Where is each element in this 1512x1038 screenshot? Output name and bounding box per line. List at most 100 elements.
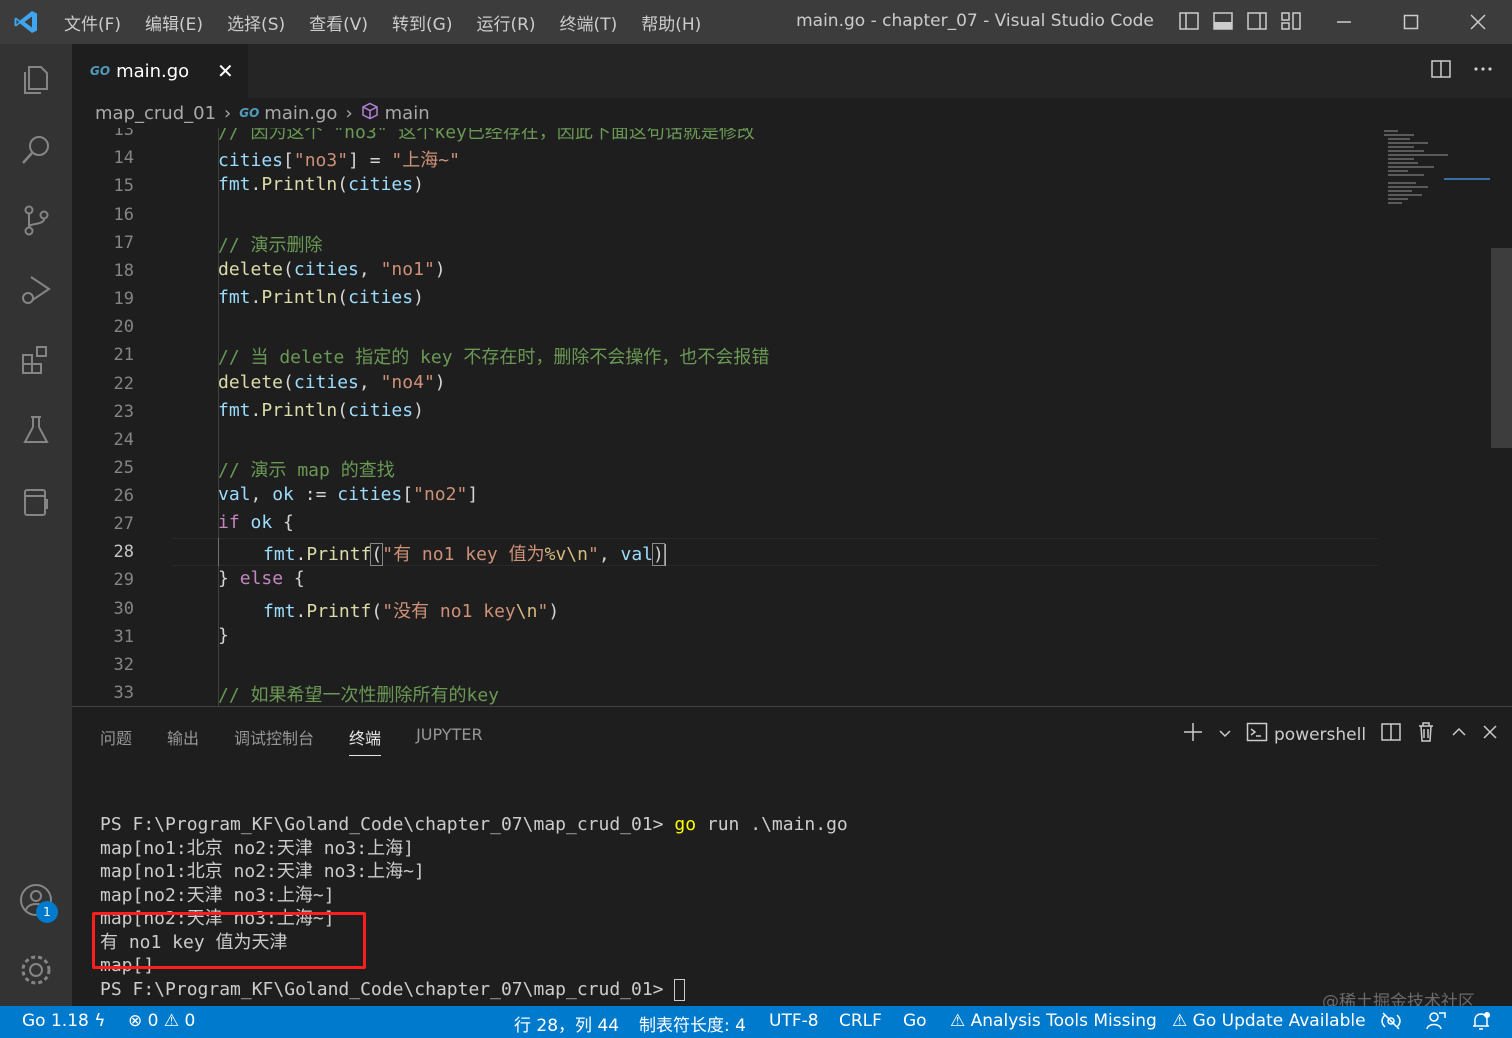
- status-problems[interactable]: ⊗ 0 ⚠ 0: [128, 1011, 195, 1031]
- code-line-29: } else {: [218, 568, 305, 589]
- status-tab-size[interactable]: 制表符长度: 4: [639, 1011, 746, 1036]
- line-number: 15: [113, 176, 134, 196]
- menu-run[interactable]: 运行(R): [464, 10, 547, 35]
- chevron-down-icon[interactable]: [1218, 725, 1232, 745]
- code-area[interactable]: // 因为这个 "no3" 这个key已经存在，因此下面这句话就是修改 citi…: [174, 128, 1374, 706]
- warning-icon: ⚠: [1172, 1011, 1188, 1031]
- go-file-icon: GO: [90, 64, 111, 78]
- editor-scrollbar[interactable]: [1491, 248, 1512, 448]
- code-line-27: if ok {: [218, 512, 294, 533]
- extensions-icon[interactable]: [14, 338, 58, 382]
- feedback-icon[interactable]: [1425, 1010, 1447, 1037]
- customize-layout-icon[interactable]: [1280, 10, 1302, 32]
- code-line-33: // 如果希望一次性删除所有的key: [218, 685, 500, 706]
- minimize-icon[interactable]: [1310, 0, 1377, 44]
- cube-symbol-icon: [361, 102, 379, 125]
- tab-debug-console[interactable]: 调试控制台: [234, 725, 314, 756]
- terminal-icon: [1246, 721, 1268, 748]
- breadcrumb-file[interactable]: main.go: [264, 103, 337, 124]
- menu-terminal[interactable]: 终端(T): [548, 10, 630, 35]
- code-line-25: // 演示 map 的查找: [218, 460, 395, 481]
- maximize-icon[interactable]: [1377, 0, 1444, 44]
- line-number: 27: [113, 514, 134, 534]
- menu-file[interactable]: 文件(F): [52, 10, 133, 35]
- status-eol[interactable]: CRLF: [839, 1011, 882, 1031]
- status-encoding[interactable]: UTF-8: [769, 1011, 819, 1031]
- more-actions-icon[interactable]: [1472, 58, 1494, 84]
- tab-terminal[interactable]: 终端: [349, 725, 382, 756]
- tab-main-go[interactable]: GO main.go ✕: [72, 44, 248, 98]
- search-icon[interactable]: [14, 128, 58, 172]
- split-editor-icon[interactable]: [1430, 58, 1452, 84]
- status-cursor-position[interactable]: 行 28，列 44: [514, 1011, 619, 1036]
- accounts-badge: 1: [36, 901, 58, 923]
- panel-tabs: 问题 输出 调试控制台 终端 JUPYTER: [100, 725, 483, 756]
- editor-tabs: GO main.go ✕: [72, 44, 1512, 98]
- line-number: 22: [113, 374, 134, 394]
- minimap[interactable]: [1384, 128, 1504, 208]
- trash-icon[interactable]: [1416, 721, 1436, 748]
- code-line-15: fmt.Println(cities): [218, 174, 424, 195]
- menu-edit[interactable]: 编辑(E): [133, 10, 215, 35]
- code-editor[interactable]: 13 14 15 16 17 18 19 20 21 22 23 24 25 2…: [72, 128, 1512, 706]
- breadcrumb-symbol[interactable]: main: [385, 103, 430, 124]
- tab-output[interactable]: 输出: [167, 725, 199, 756]
- tab-close-icon[interactable]: ✕: [217, 59, 234, 83]
- terminal-line: map[no2:天津 no3:上海~]: [100, 884, 335, 906]
- manage-gear-icon[interactable]: [14, 948, 58, 992]
- broadcast-off-icon[interactable]: [1380, 1010, 1402, 1037]
- status-go-version[interactable]: Go 1.18 ϟ: [22, 1011, 105, 1031]
- line-number-gutter: 13 14 15 16 17 18 19 20 21 22 23 24 25 2…: [72, 128, 172, 706]
- line-number: 19: [113, 289, 134, 309]
- new-terminal-icon[interactable]: [1182, 721, 1204, 748]
- code-line-13: // 因为这个 "no3" 这个key已经存在，因此下面这句话就是修改: [218, 128, 755, 143]
- terminal-line: PS F:\Program_KF\Goland_Code\chapter_07\…: [100, 814, 848, 835]
- terminal-line: map[no1:北京 no2:天津 no3:上海]: [100, 837, 414, 859]
- source-control-icon[interactable]: [14, 198, 58, 242]
- vscode-logo-icon: [0, 0, 52, 44]
- close-panel-icon[interactable]: [1482, 724, 1498, 745]
- toggle-secondary-sidebar-icon[interactable]: [1246, 10, 1268, 32]
- code-line-22: delete(cities, "no4"): [218, 372, 446, 393]
- maximize-panel-icon[interactable]: [1450, 723, 1468, 746]
- status-bar: Go 1.18 ϟ ⊗ 0 ⚠ 0 行 28，列 44 制表符长度: 4 UTF…: [0, 1006, 1512, 1038]
- terminal-name[interactable]: powershell: [1274, 725, 1366, 745]
- code-line-19: fmt.Println(cities): [218, 287, 424, 308]
- status-language[interactable]: Go: [903, 1011, 927, 1031]
- menu-view[interactable]: 查看(V): [297, 10, 380, 35]
- testing-icon[interactable]: [14, 408, 58, 452]
- menu-help[interactable]: 帮助(H): [629, 10, 713, 35]
- notifications-bell-icon[interactable]: [1470, 1010, 1492, 1037]
- line-number: 18: [113, 261, 134, 281]
- code-line-14: cities["no3"] = "上海~": [218, 150, 460, 171]
- code-line-28: fmt.Printf("有 no1 key 值为%v\n", val): [263, 543, 666, 566]
- terminal-output[interactable]: PS F:\Program_KF\Goland_Code\chapter_07\…: [100, 813, 848, 1001]
- status-go-update[interactable]: ⚠ Go Update Available: [1172, 1011, 1366, 1031]
- line-number: 32: [113, 655, 134, 675]
- remote-explorer-icon[interactable]: [14, 480, 58, 524]
- text-cursor: [663, 544, 666, 566]
- menu-go[interactable]: 转到(G): [380, 10, 464, 35]
- menu-selection[interactable]: 选择(S): [215, 10, 297, 35]
- code-line-30: fmt.Printf("没有 no1 key\n"): [263, 601, 560, 622]
- terminal-line: PS F:\Program_KF\Goland_Code\chapter_07\…: [100, 978, 848, 1002]
- breadcrumb-folder[interactable]: map_crud_01: [95, 103, 216, 124]
- line-number: 16: [113, 205, 134, 225]
- run-debug-icon[interactable]: [14, 268, 58, 312]
- code-line-18: delete(cities, "no1"): [218, 259, 446, 280]
- title-bar: 文件(F) 编辑(E) 选择(S) 查看(V) 转到(G) 运行(R) 终端(T…: [0, 0, 1512, 44]
- line-number: 17: [113, 233, 134, 253]
- close-icon[interactable]: [1444, 0, 1511, 44]
- tab-jupyter[interactable]: JUPYTER: [416, 725, 483, 756]
- line-number: 24: [113, 430, 134, 450]
- explorer-icon[interactable]: [14, 58, 58, 102]
- line-number: 25: [113, 458, 134, 478]
- toggle-panel-icon[interactable]: [1212, 10, 1234, 32]
- line-number: 23: [113, 402, 134, 422]
- status-analysis-tools[interactable]: ⚠ Analysis Tools Missing: [950, 1011, 1157, 1031]
- tab-problems[interactable]: 问题: [100, 725, 132, 756]
- toggle-primary-sidebar-icon[interactable]: [1178, 10, 1200, 32]
- code-line-26: val, ok := cities["no2"]: [218, 484, 479, 505]
- error-icon: ⊗: [128, 1011, 143, 1031]
- split-terminal-icon[interactable]: [1380, 721, 1402, 748]
